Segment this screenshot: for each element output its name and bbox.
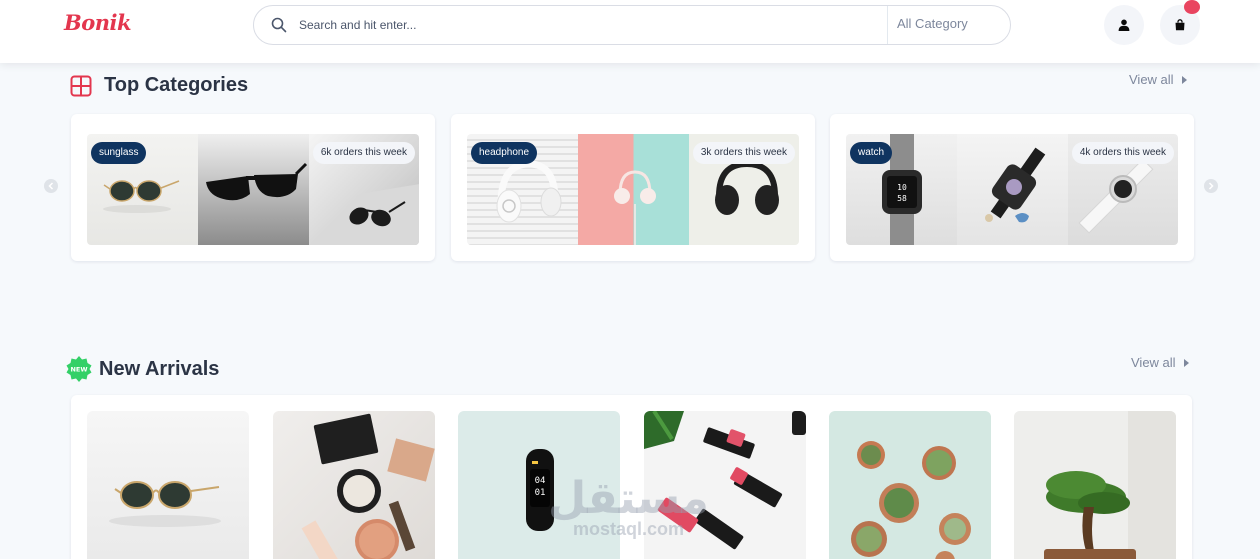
site-header: Bonik All Category (0, 0, 1260, 63)
category-tag: watch (850, 142, 893, 164)
watermark-arabic: مستقل (548, 473, 709, 524)
categories-grid-icon (70, 75, 92, 96)
view-all-categories-link[interactable]: View all (1129, 72, 1187, 87)
section-title: Top Categories (104, 74, 249, 96)
top-categories-heading: Top Categories (70, 74, 248, 97)
new-badge-icon: NEW (66, 356, 92, 382)
carousel-prev-button[interactable] (44, 179, 58, 193)
category-card-watch[interactable]: 10 58 watch 4k orders this week (830, 114, 1194, 261)
watermark: مستقل mostaql.com (548, 475, 709, 540)
shopping-bag-icon (1175, 19, 1185, 31)
category-tag: sunglass (91, 142, 147, 164)
category-tag: headphone (471, 142, 538, 164)
user-icon (1118, 19, 1130, 31)
view-all-label: View all (1129, 72, 1174, 87)
orders-badge: 3k orders this week (692, 142, 795, 164)
new-arrivals-heading: NEW New Arrivals (65, 355, 219, 383)
search-bar: All Category (253, 5, 1011, 45)
category-card-headphone[interactable]: headphone 3k orders this week (451, 114, 815, 261)
arrival-product-succulents[interactable] (829, 411, 991, 559)
arrival-product-makeup[interactable] (273, 411, 435, 559)
sunglass-photo-2 (198, 134, 309, 245)
arrival-product-sunglasses[interactable] (87, 411, 249, 559)
svg-text:04: 04 (535, 476, 546, 486)
search-input[interactable] (299, 15, 879, 35)
section-title: New Arrivals (99, 357, 220, 380)
arrival-product-bonsai[interactable] (1014, 411, 1176, 559)
search-icon[interactable] (271, 17, 287, 33)
svg-text:10: 10 (897, 183, 907, 192)
headphone-photo-2 (578, 134, 689, 245)
orders-badge: 6k orders this week (312, 142, 415, 164)
account-button[interactable] (1104, 5, 1144, 45)
svg-text:NEW: NEW (70, 366, 87, 374)
caret-right-icon (1183, 358, 1189, 367)
chevron-left-icon (48, 182, 54, 190)
logo[interactable]: Bonik (64, 10, 132, 35)
view-all-arrivals-link[interactable]: View all (1131, 355, 1189, 370)
search-divider (887, 6, 888, 44)
watch-photo-2 (957, 134, 1068, 245)
carousel-next-button[interactable] (1204, 179, 1218, 193)
view-all-label: View all (1131, 355, 1176, 370)
svg-text:58: 58 (897, 194, 907, 203)
cart-badge (1184, 0, 1200, 14)
caret-right-icon (1181, 75, 1187, 84)
category-card-sunglass[interactable]: sunglass 6k orders this week (71, 114, 435, 261)
svg-text:01: 01 (535, 488, 546, 498)
category-select[interactable]: All Category (897, 16, 968, 31)
orders-badge: 4k orders this week (1071, 142, 1174, 164)
chevron-right-icon (1208, 182, 1214, 190)
